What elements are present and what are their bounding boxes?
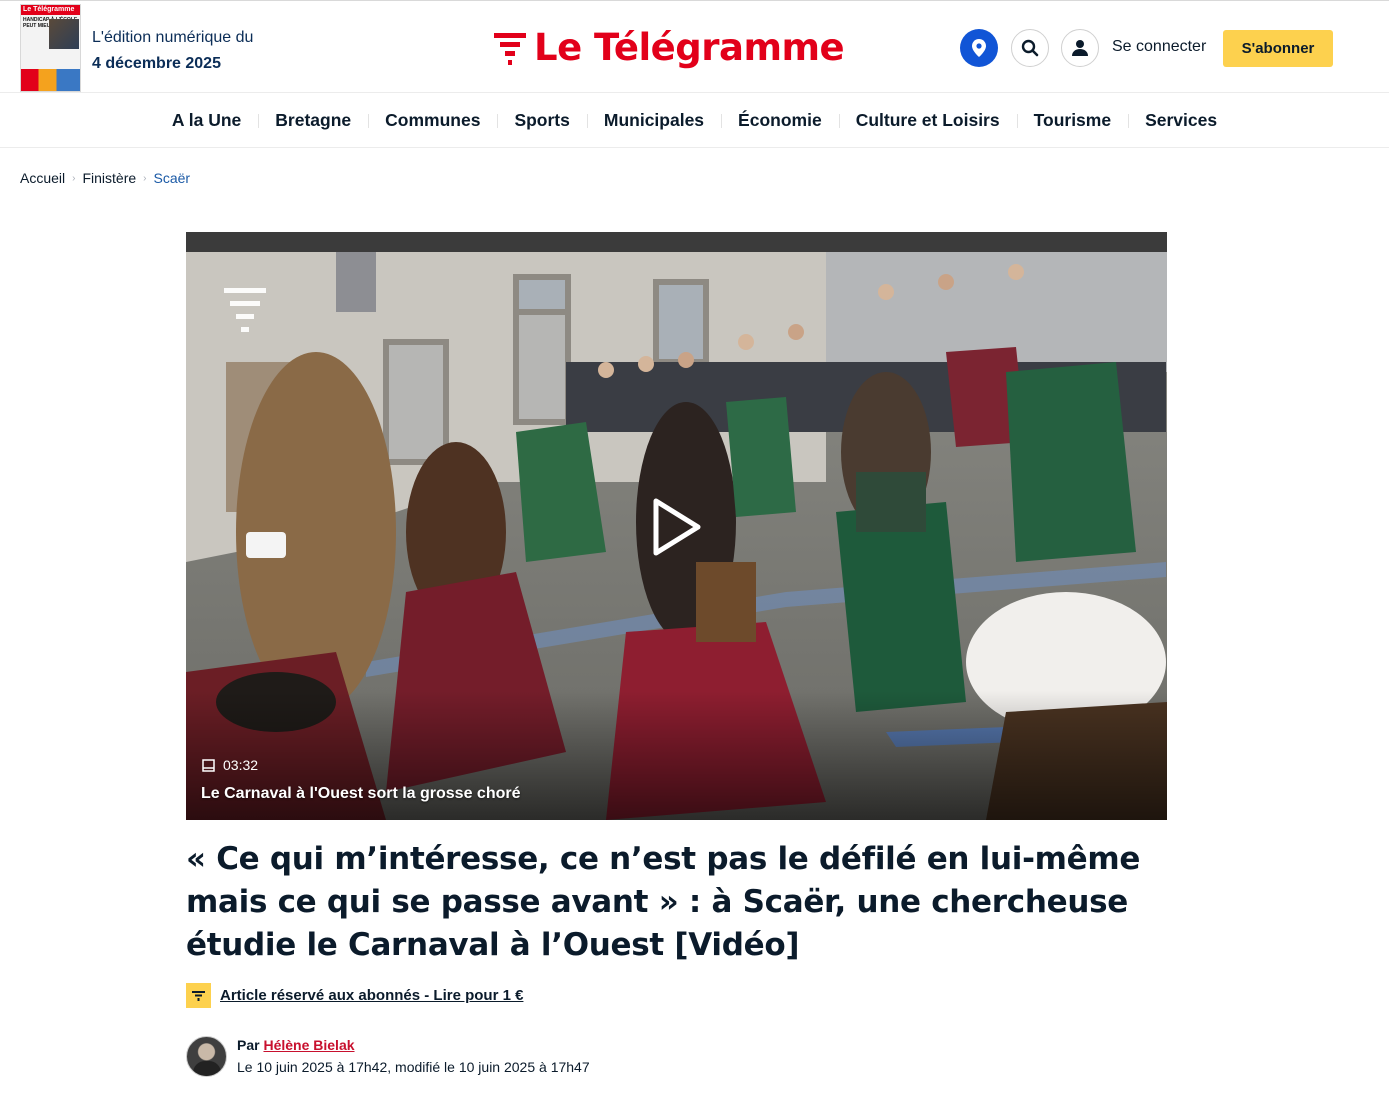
nav-item-municipales[interactable]: Municipales xyxy=(586,110,721,131)
breadcrumb-separator-icon: › xyxy=(143,172,147,184)
logo-mark-icon xyxy=(494,29,526,65)
author-name-link[interactable]: Hélène Bielak xyxy=(263,1037,354,1053)
login-link[interactable]: Se connecter xyxy=(1112,38,1206,56)
site-logo[interactable]: Le Télégramme xyxy=(494,25,845,69)
play-icon[interactable] xyxy=(652,498,702,556)
edition-date: 4 décembre 2025 xyxy=(92,55,221,72)
nav-item-a-la-une[interactable]: A la Une xyxy=(155,110,258,131)
edition-thumbnail[interactable]: Le Télégramme HANDICAP À L'ÉCOLE PEUT MI… xyxy=(20,4,81,92)
location-pin-icon xyxy=(972,39,986,57)
edition-label: L'édition numérique du xyxy=(92,29,254,46)
nav-item-communes[interactable]: Communes xyxy=(368,110,497,131)
nav-item-culture-et-loisirs[interactable]: Culture et Loisirs xyxy=(838,110,1017,131)
site-header: Le Télégramme HANDICAP À L'ÉCOLE PEUT MI… xyxy=(0,0,1389,93)
video-title: Le Carnaval à l'Ouest sort la grosse cho… xyxy=(201,785,521,802)
premium-notice[interactable]: Article réservé aux abonnés - Lire pour … xyxy=(186,983,523,1008)
user-icon xyxy=(1072,40,1088,56)
breadcrumb-item[interactable]: Accueil xyxy=(20,170,65,186)
breadcrumb-item[interactable]: Finistère xyxy=(82,170,136,186)
article-dates: Le 10 juin 2025 à 17h42, modifié le 10 j… xyxy=(237,1059,590,1075)
edition-link[interactable]: L'édition numérique du 4 décembre 2025 xyxy=(92,25,253,77)
search-icon xyxy=(1021,39,1039,57)
nav-item-economie[interactable]: Économie xyxy=(721,110,839,131)
premium-link[interactable]: Article réservé aux abonnés - Lire pour … xyxy=(220,987,523,1004)
search-button[interactable] xyxy=(1011,29,1049,67)
nav-item-services[interactable]: Services xyxy=(1128,110,1234,131)
video-duration-text: 03:32 xyxy=(223,757,259,773)
nav-item-sports[interactable]: Sports xyxy=(497,110,586,131)
main-nav: A la Une Bretagne Communes Sports Municipale… xyxy=(0,93,1389,148)
video-duration: 03:32 xyxy=(202,757,258,773)
video-player[interactable]: 03:32 Le Carnaval à l'Ouest sort la gros… xyxy=(186,232,1167,820)
account-button[interactable] xyxy=(1061,29,1099,67)
nav-item-bretagne[interactable]: Bretagne xyxy=(258,110,368,131)
breadcrumb-item[interactable]: Scaër xyxy=(154,170,191,186)
breadcrumb: Accueil › Finistère › Scaër xyxy=(20,170,190,186)
video-icon xyxy=(202,758,215,772)
edition-thumb-strip xyxy=(21,69,80,91)
author-prefix: Par xyxy=(237,1037,260,1053)
edition-thumb-photo xyxy=(49,19,79,49)
edition-thumb-masthead: Le Télégramme xyxy=(21,5,80,15)
nav-item-tourisme[interactable]: Tourisme xyxy=(1016,110,1128,131)
premium-icon xyxy=(186,983,211,1008)
logo-text: Le Télégramme xyxy=(534,25,845,69)
author-avatar xyxy=(186,1036,227,1077)
breadcrumb-separator-icon: › xyxy=(72,172,76,184)
subscribe-button[interactable]: S'abonner xyxy=(1223,30,1333,67)
video-brand-icon xyxy=(224,286,266,334)
author-byline: Par Hélène Bielak xyxy=(237,1037,355,1053)
article-title: « Ce qui m’intéresse, ce n’est pas le dé… xyxy=(186,841,1141,963)
location-button[interactable] xyxy=(960,29,998,67)
